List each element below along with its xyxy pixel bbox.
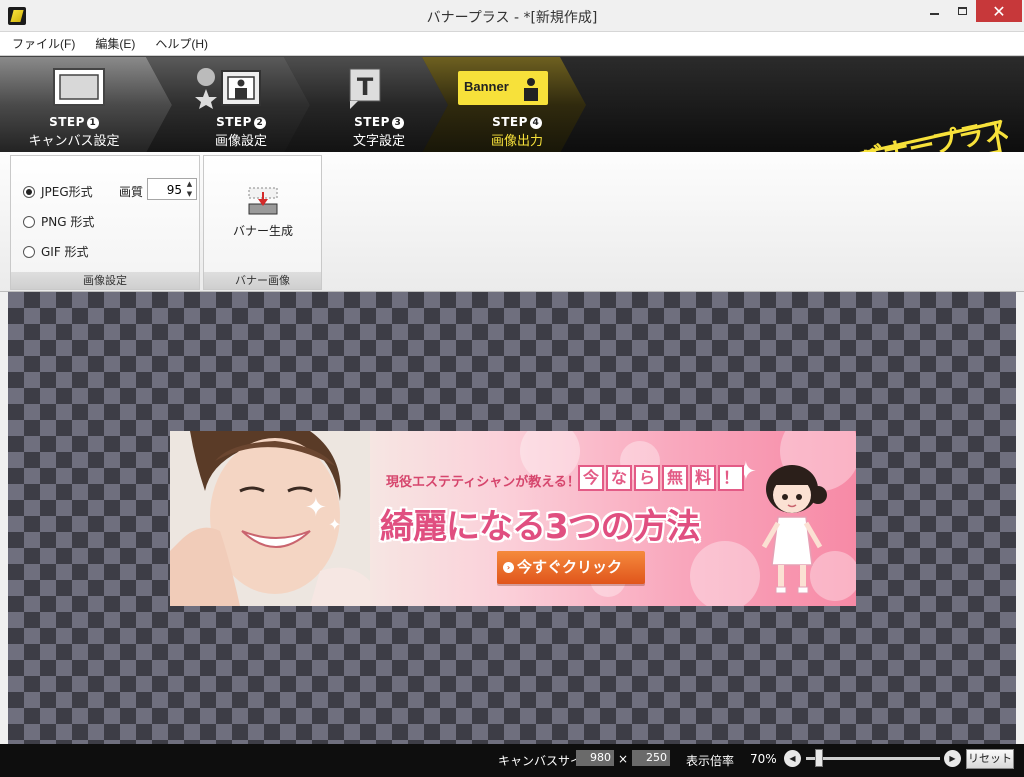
text-icon: T	[349, 68, 381, 109]
image-settings-group: JPEG形式 PNG 形式 GIF 形式 画質 95 ▲ ▼ 画像設定	[10, 155, 200, 290]
canvas-left-margin	[0, 292, 8, 744]
size-separator: ×	[618, 752, 629, 766]
format-png-radio[interactable]: PNG 形式	[23, 213, 94, 230]
radio-indicator-gif	[23, 245, 35, 258]
quality-stepper[interactable]: 95 ▲ ▼	[147, 178, 197, 200]
step-2-number: 2	[253, 117, 266, 129]
window-title: バナープラス - *[新規作成]	[426, 10, 598, 26]
zoom-in-icon[interactable]: ▶	[944, 750, 961, 767]
sparkle-icon: ✦	[305, 493, 327, 523]
step-4-image-output[interactable]: Banner STEP 4 画像出力	[422, 57, 586, 153]
free-tag-char: 無	[662, 465, 688, 491]
quality-value[interactable]: 95	[148, 183, 182, 197]
cartoon-girl-illustration	[761, 465, 827, 594]
image-settings-icon	[195, 68, 261, 109]
format-jpeg-label: JPEG形式	[41, 185, 93, 199]
zoom-label: 表示倍率	[686, 754, 735, 768]
menu-help[interactable]: ヘルプ(H)	[155, 35, 208, 52]
reset-button[interactable]: リセット	[966, 749, 1014, 769]
zoom-value: 70%	[750, 752, 777, 766]
title-bar: バナープラス - *[新規作成] ✕	[0, 0, 1024, 32]
free-tag-char: ！	[718, 465, 744, 491]
zoom-out-icon[interactable]: ◀	[784, 750, 801, 767]
sparkle-icon: ✦	[328, 515, 342, 534]
bokeh-decoration	[690, 541, 760, 606]
person-icon	[524, 78, 538, 101]
menu-bar: ファイル(F) 編集(E) ヘルプ(H)	[0, 32, 1024, 56]
status-bar: キャンバスサイズ 980 × 250 表示倍率 70% ◀ ▶ リセット	[0, 744, 1024, 777]
radio-indicator-png	[23, 215, 35, 228]
step-4-title: STEP	[492, 115, 528, 129]
menu-edit[interactable]: 編集(E)	[95, 35, 135, 52]
format-gif-radio[interactable]: GIF 形式	[23, 243, 89, 260]
generate-banner-button[interactable]: バナー生成	[220, 182, 306, 244]
image-settings-caption: 画像設定	[11, 272, 199, 289]
cta-label: 今すぐクリック	[517, 558, 623, 576]
generate-banner-icon	[248, 187, 278, 215]
step-3-title: STEP	[354, 115, 390, 129]
banner-image-caption: バナー画像	[204, 272, 321, 289]
banner-subtitle: 現役エステティシャンが教える！	[386, 475, 580, 490]
close-button[interactable]: ✕	[976, 0, 1022, 22]
step-bar: STEP 1 キャンバス設定 STEP 2 画像設定 T STEP 3 文字設定…	[0, 56, 1024, 187]
canvas-height-field[interactable]: 250	[632, 750, 670, 766]
step-2-title: STEP	[216, 115, 252, 129]
banner-cta-button: › 今すぐクリック	[497, 551, 645, 584]
spin-down-icon[interactable]: ▼	[183, 189, 196, 199]
free-now-tag: 今 な ら 無 料 ！	[578, 465, 746, 491]
menu-file[interactable]: ファイル(F)	[12, 35, 75, 52]
step-3-number: 3	[391, 117, 404, 129]
minimize-icon	[929, 13, 939, 15]
maximize-icon	[957, 7, 967, 15]
cta-arrow-icon: ›	[503, 562, 514, 573]
step-1-title: STEP	[49, 115, 85, 129]
format-png-label: PNG 形式	[41, 215, 95, 229]
free-tag-char: な	[606, 465, 632, 491]
banner-icon-text: Banner	[464, 79, 509, 94]
step-4-number: 4	[529, 117, 542, 129]
banner-preview[interactable]: ✦ ✦ ✦ 現役エステティシャンが教える！ 今 な ら 無 料 ！ 綺麗になる3…	[170, 431, 856, 606]
banner-image-group: バナー生成 バナー画像	[203, 155, 322, 290]
spin-up-icon[interactable]: ▲	[183, 179, 196, 189]
free-tag-char: 今	[578, 465, 604, 491]
radio-indicator-jpeg	[23, 185, 35, 198]
generate-banner-label: バナー生成	[232, 224, 293, 238]
step-1-label: キャンバス設定	[28, 134, 120, 149]
zoom-slider-thumb[interactable]	[815, 749, 823, 767]
banner-title: 綺麗になる3つの方法	[380, 507, 701, 547]
banner-output-icon: Banner	[458, 71, 548, 105]
canvas-width-field[interactable]: 980	[576, 750, 614, 766]
svg-text:T: T	[357, 73, 374, 101]
maximize-button[interactable]	[948, 0, 976, 22]
free-tag-char: ら	[634, 465, 660, 491]
canvas-right-margin	[1016, 292, 1024, 744]
ribbon-toolbar: JPEG形式 PNG 形式 GIF 形式 画質 95 ▲ ▼ 画像設定 バナー生…	[0, 152, 1024, 292]
quality-spin-buttons[interactable]: ▲ ▼	[183, 179, 196, 199]
format-jpeg-radio[interactable]: JPEG形式	[23, 183, 93, 200]
quality-label: 画質	[119, 185, 144, 199]
step-1-number: 1	[86, 117, 99, 129]
step-4-label: 画像出力	[490, 134, 543, 149]
free-tag-char: 料	[690, 465, 716, 491]
close-icon: ✕	[992, 1, 1006, 21]
canvas-icon	[53, 68, 105, 106]
minimize-button[interactable]	[920, 0, 948, 22]
zoom-slider-track[interactable]	[806, 757, 940, 760]
format-gif-label: GIF 形式	[41, 245, 89, 259]
